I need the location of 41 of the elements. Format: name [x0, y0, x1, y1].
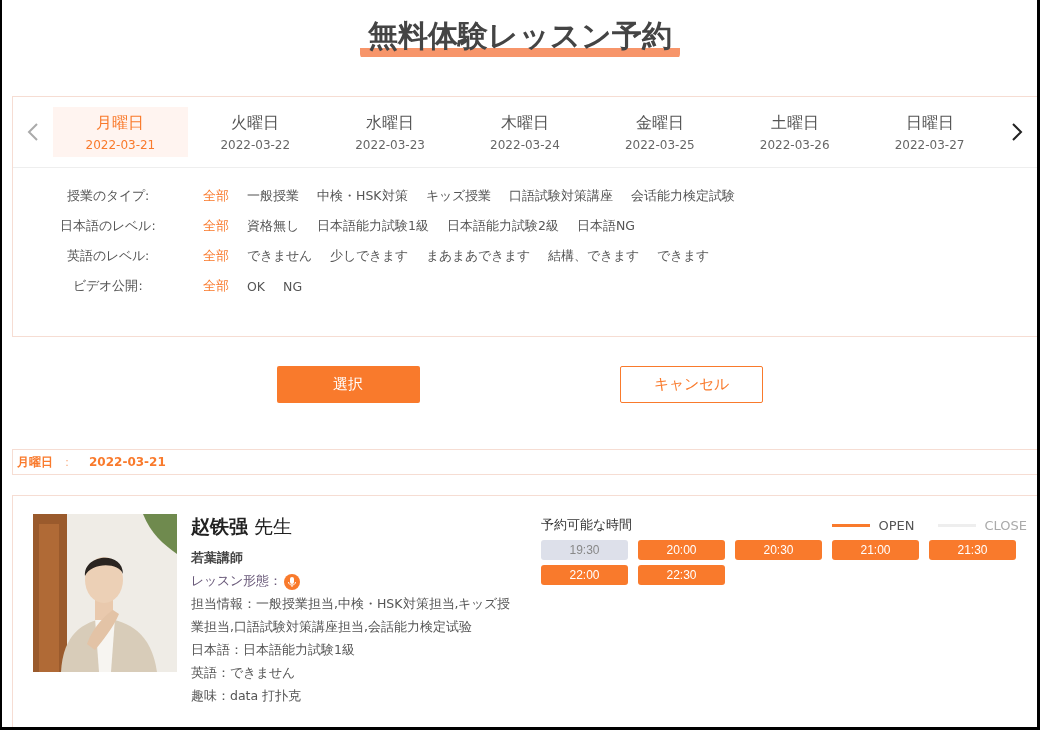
day-tab[interactable]: 金曜日 2022-03-25	[592, 107, 728, 157]
filter-label: 授業のタイプ:	[65, 188, 151, 205]
day-tab[interactable]: 火曜日 2022-03-22	[187, 107, 323, 157]
day-tab[interactable]: 木曜日 2022-03-24	[457, 107, 593, 157]
filter-label: 日本語のレベル:	[59, 218, 157, 235]
filter-option[interactable]: NG	[283, 279, 303, 294]
teacher-detail: 英語：できません	[191, 664, 296, 682]
filter-option[interactable]: 資格無し	[247, 218, 299, 235]
filter-option[interactable]: 日本語能力試験1級	[317, 218, 429, 235]
filter-option[interactable]: OK	[247, 279, 266, 294]
filter-option[interactable]: できます	[657, 248, 709, 265]
filter-option[interactable]: 中検・HSK対策	[317, 188, 408, 205]
filter-option[interactable]: キッズ授業	[425, 188, 491, 205]
filter-option[interactable]: まあまあできます	[426, 248, 530, 265]
filter-option[interactable]: 会话能力検定試験	[630, 188, 735, 205]
teacher-detail: 趣味：data 打扑克	[191, 687, 303, 705]
day-tab[interactable]: 土曜日 2022-03-26	[727, 107, 863, 157]
teacher-detail: 担当情報：一般授業担当,中検・HSK対策担当,キッズ授業担当,口語試験対策講座担当,会話能力検定试验	[191, 595, 512, 636]
selected-weekday: 月曜日	[17, 453, 53, 471]
separator: ：	[61, 453, 73, 471]
day-tab[interactable]: 水曜日 2022-03-23	[322, 107, 458, 157]
filter-option[interactable]: 口語試験対策講座	[508, 188, 613, 205]
filter-option[interactable]: 日本語NG	[576, 218, 635, 235]
filter-option[interactable]: 結構、できます	[548, 248, 639, 265]
microphone-icon	[284, 573, 300, 590]
teacher-name: 赵铁强 先生	[191, 514, 294, 539]
filter-label: 英語のレベル:	[65, 248, 151, 265]
slots-title: 予約可能な時間	[541, 516, 632, 534]
legend-line	[832, 523, 871, 527]
filter-label: ビデオ公開:	[72, 278, 144, 295]
selected-date: 2022-03-21	[89, 455, 166, 469]
legend-label: OPEN	[878, 517, 915, 533]
lesson-form-label: レッスン形態：	[191, 573, 282, 590]
filter-option[interactable]: 日本語能力試験2級	[446, 218, 559, 235]
filter-option[interactable]: 少しできます	[330, 248, 408, 265]
filter-option[interactable]: 一般授業	[247, 188, 299, 205]
filter-option[interactable]: できません	[247, 248, 312, 265]
teacher-rank: 若葉講師	[191, 550, 244, 567]
teacher-detail: 日本語：日本語能力試験1級	[191, 641, 356, 659]
day-tab[interactable]: 日曜日 2022-03-27	[862, 107, 997, 157]
legend-label: CLOSE	[984, 517, 1027, 533]
